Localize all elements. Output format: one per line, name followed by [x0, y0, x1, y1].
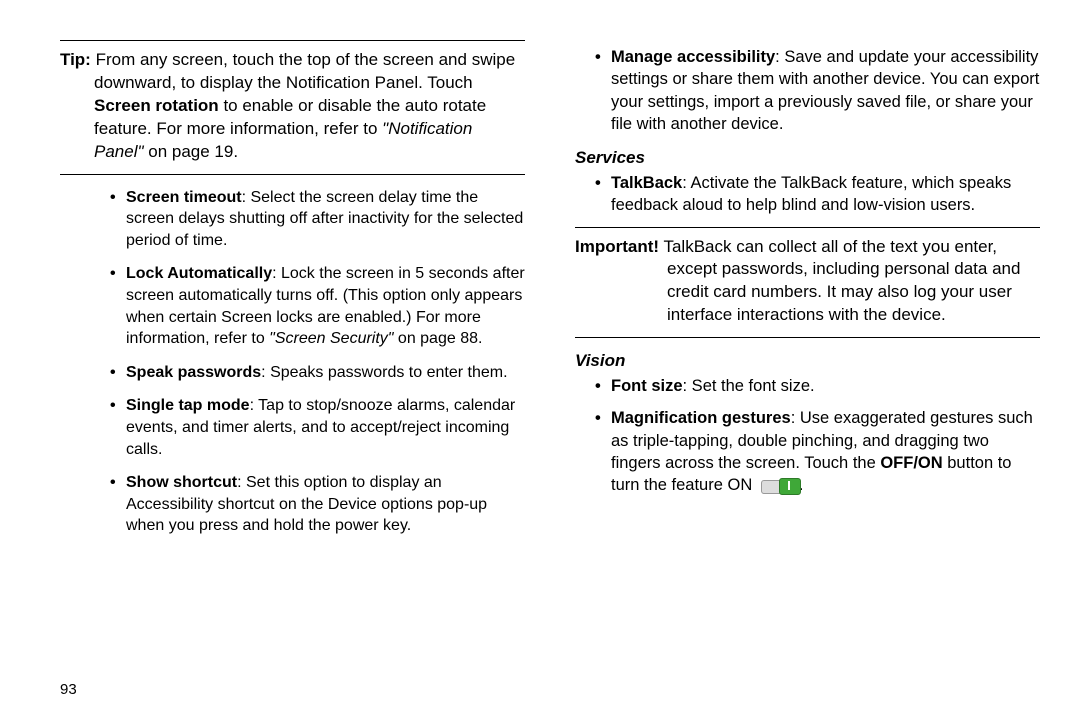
item-speak-passwords: Speak passwords: Speaks passwords to ent…	[110, 362, 525, 384]
important-paragraph: Important! TalkBack can collect all of t…	[575, 236, 1040, 328]
term: Single tap mode	[126, 397, 250, 414]
term: Screen timeout	[126, 189, 242, 206]
item-show-shortcut: Show shortcut: Set this option to displa…	[110, 472, 525, 537]
manual-page: Tip: From any screen, touch the top of t…	[0, 0, 1080, 720]
term: Lock Automatically	[126, 265, 272, 282]
term: Manage accessibility	[611, 48, 775, 66]
item-single-tap-mode: Single tap mode: Tap to stop/snooze alar…	[110, 395, 525, 460]
term: Magnification gestures	[611, 409, 791, 427]
left-bullet-list: Screen timeout: Select the screen delay …	[110, 187, 525, 537]
right-top-list: Manage accessibility: Save and update yo…	[595, 46, 1040, 135]
body: : Set the font size.	[683, 377, 815, 395]
item-font-size: Font size: Set the font size.	[595, 375, 1040, 397]
services-heading: Services	[575, 147, 1040, 170]
vision-list: Font size: Set the font size. Magnificat…	[595, 375, 1040, 496]
tip-label: Tip:	[60, 50, 91, 69]
tip-text-1: From any screen, touch the top of the sc…	[94, 50, 515, 92]
off-on: OFF/ON	[880, 454, 942, 472]
important-body: TalkBack can collect all of the text you…	[659, 237, 1020, 325]
toggle-on-icon	[761, 478, 799, 494]
right-column: Manage accessibility: Save and update yo…	[575, 40, 1040, 700]
tip-box: Tip: From any screen, touch the top of t…	[60, 40, 525, 175]
important-label: Important!	[575, 237, 659, 256]
services-list: TalkBack: Activate the TalkBack feature,…	[595, 172, 1040, 217]
left-column: Tip: From any screen, touch the top of t…	[60, 40, 525, 700]
page-number: 93	[60, 680, 77, 700]
body: : Speaks passwords to enter them.	[261, 364, 507, 381]
tip-screen-rotation: Screen rotation	[94, 96, 219, 115]
item-magnification-gestures: Magnification gestures: Use exaggerated …	[595, 407, 1040, 496]
term: Show shortcut	[126, 474, 237, 491]
item-manage-accessibility: Manage accessibility: Save and update yo…	[595, 46, 1040, 135]
tip-paragraph: Tip: From any screen, touch the top of t…	[60, 49, 525, 164]
reference: "Screen Security"	[269, 330, 393, 347]
term: Speak passwords	[126, 364, 261, 381]
important-box: Important! TalkBack can collect all of t…	[575, 227, 1040, 339]
body-2: on page 88.	[393, 330, 482, 347]
item-lock-automatically: Lock Automatically: Lock the screen in 5…	[110, 263, 525, 349]
vision-heading: Vision	[575, 350, 1040, 373]
item-talkback: TalkBack: Activate the TalkBack feature,…	[595, 172, 1040, 217]
term: Font size	[611, 377, 683, 395]
term: TalkBack	[611, 174, 682, 192]
tip-text-3: on page 19.	[148, 142, 238, 161]
item-screen-timeout: Screen timeout: Select the screen delay …	[110, 187, 525, 252]
